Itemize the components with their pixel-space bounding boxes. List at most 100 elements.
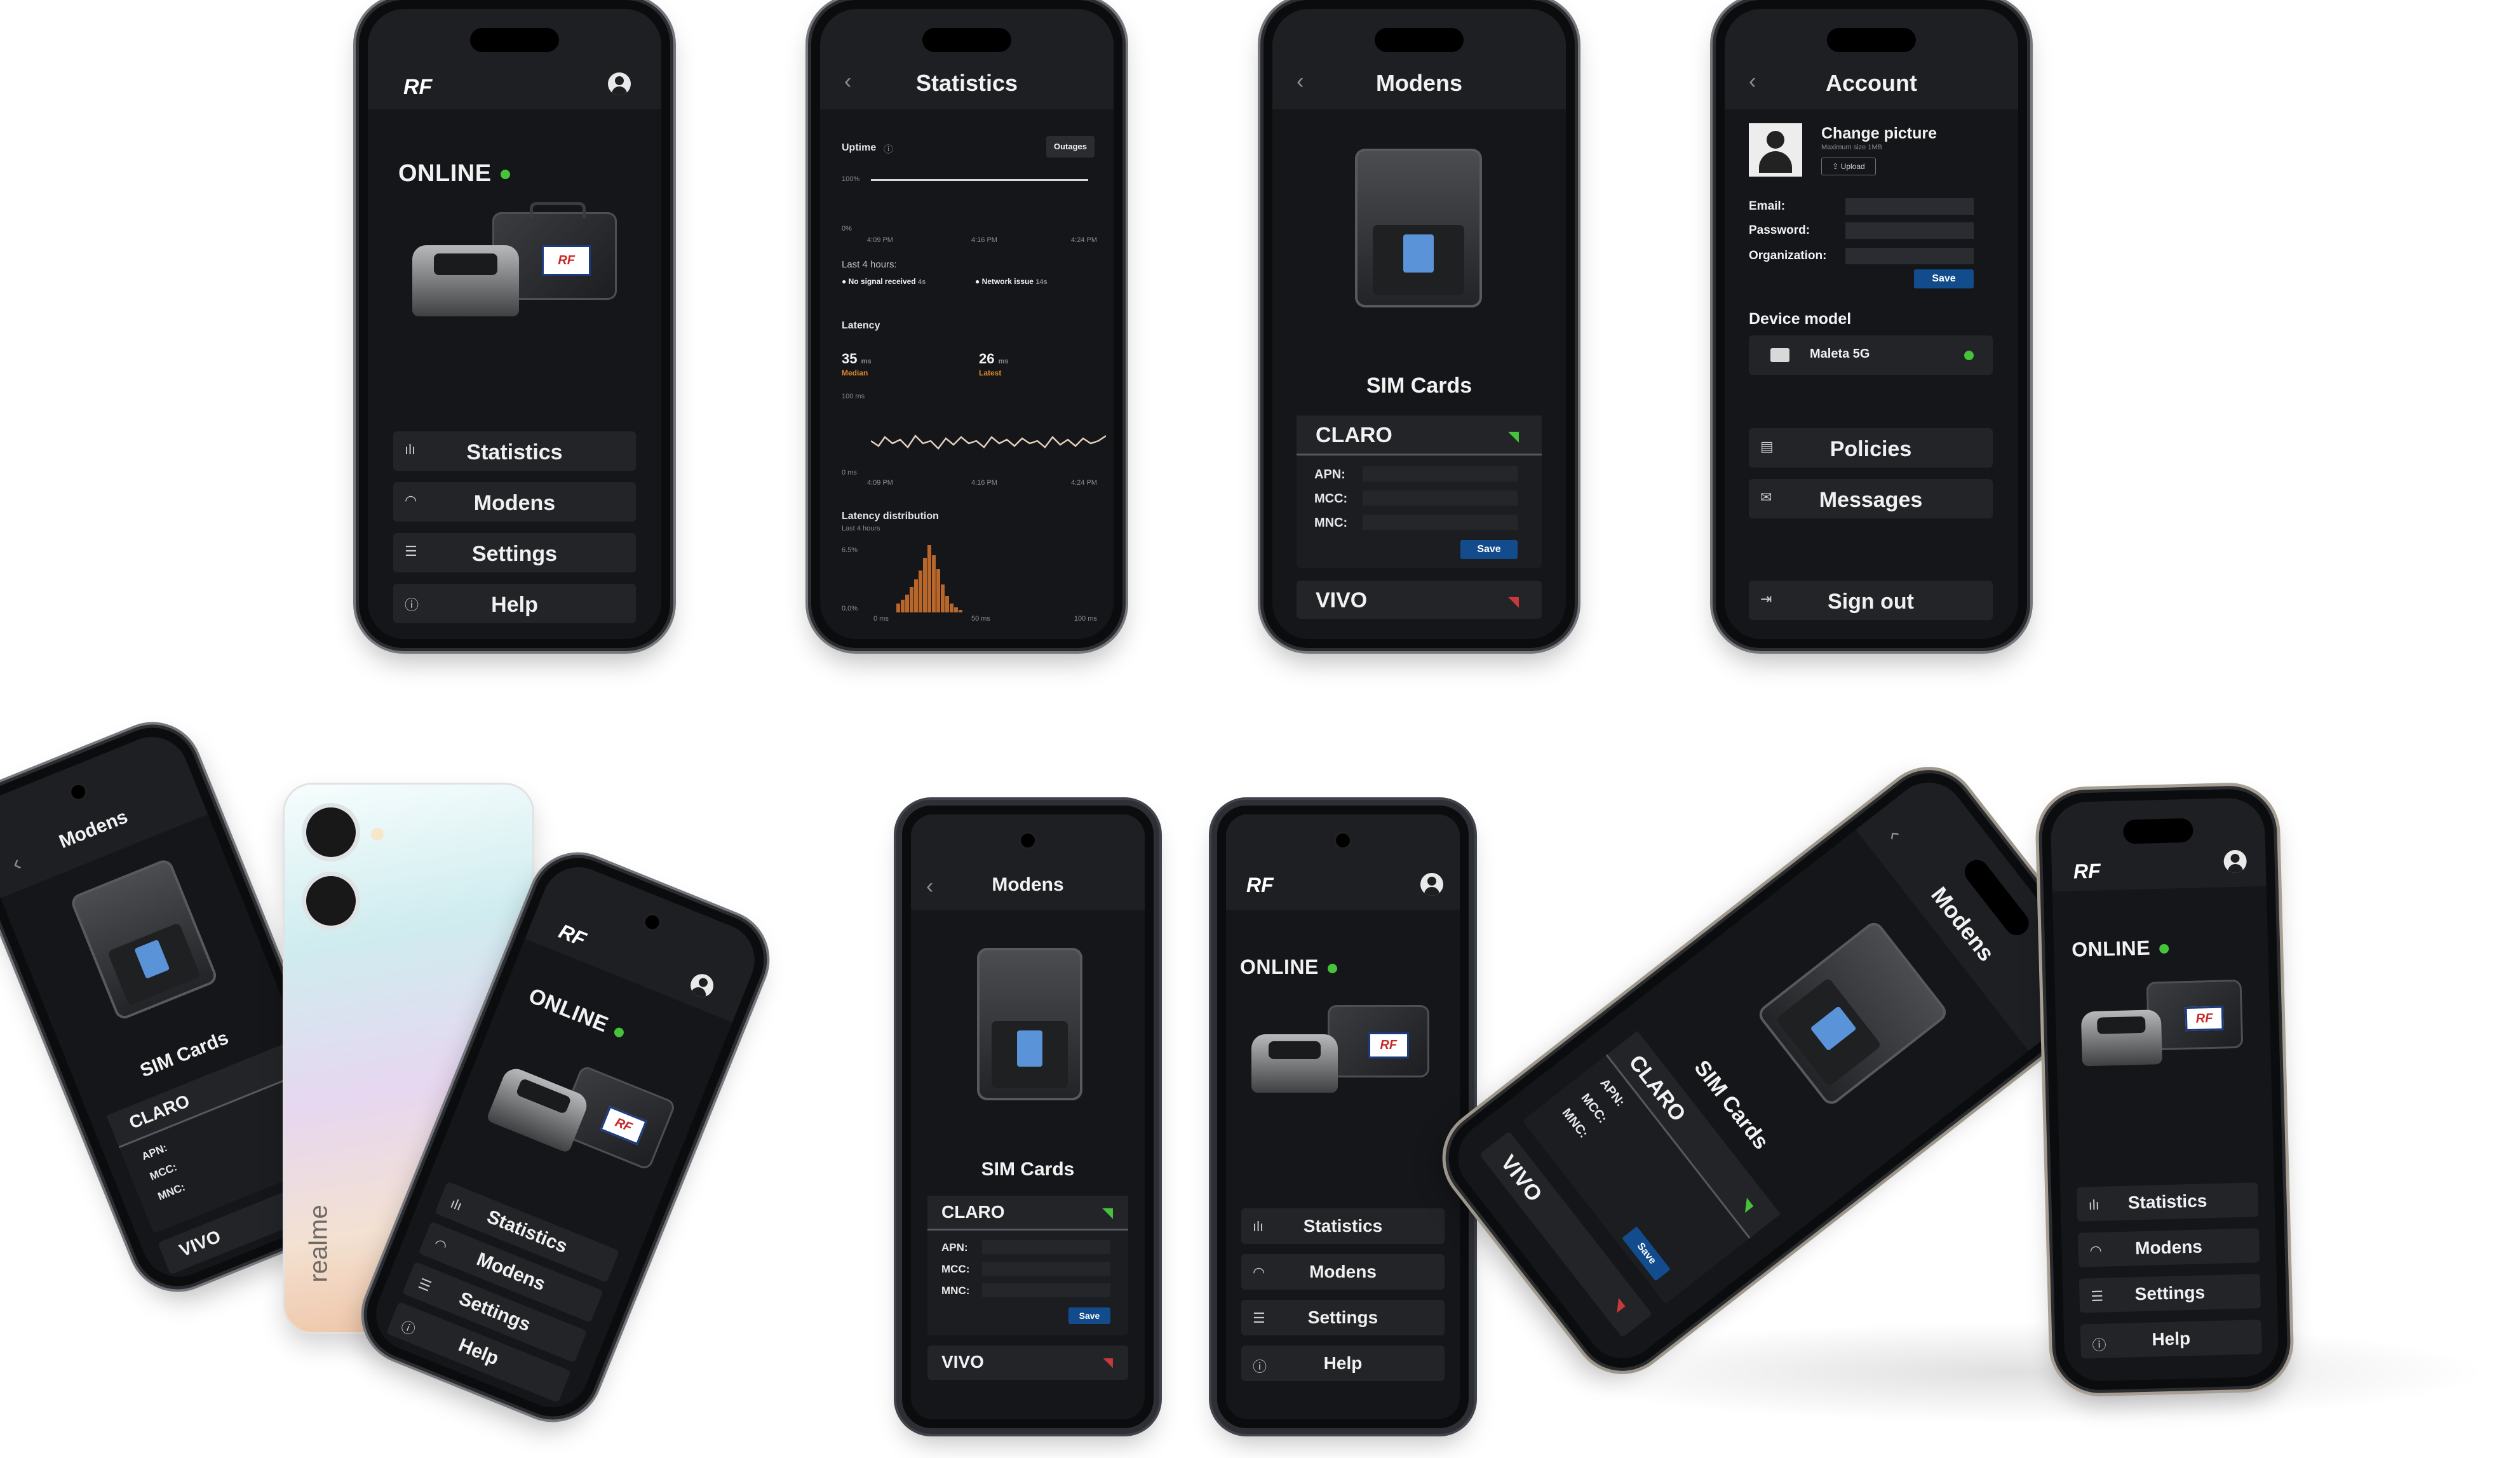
save-button[interactable]: Save xyxy=(1622,1226,1671,1281)
apn-input[interactable] xyxy=(1363,466,1518,482)
save-button[interactable]: Save xyxy=(1068,1307,1110,1324)
statistics-screen: ‹ Statistics Uptime ⓘ Outages 100% 0% 4:… xyxy=(820,9,1114,639)
password-label: Password: xyxy=(1749,224,1810,237)
email-field[interactable] xyxy=(1845,198,1974,215)
menu-help[interactable]: ⓘ Help xyxy=(1241,1346,1445,1381)
page-title: Statistics xyxy=(915,70,1018,96)
front-camera xyxy=(69,783,88,801)
account-screen: ‹ Account Change picture Maximum size 1M… xyxy=(1725,9,2018,639)
sim-cards-title: SIM Cards xyxy=(981,1159,1075,1180)
menu-help[interactable]: ⓘ Help xyxy=(2080,1320,2262,1359)
dist-x-tick: 0 ms xyxy=(873,615,889,623)
front-camera xyxy=(643,913,662,931)
upload-button[interactable]: ⇪ Upload xyxy=(1821,158,1876,175)
latest-value: 26 ms xyxy=(979,351,1009,367)
camera-lens xyxy=(306,876,356,926)
dynamic-island xyxy=(2122,818,2193,844)
modens-screen: ‹ Modens SIM Cards CLARO ◥ APN: MCC: MNC:… xyxy=(1272,9,1566,639)
latency-chart xyxy=(871,435,1106,450)
latest-label: Latest xyxy=(979,368,1002,377)
svg-text:RF: RF xyxy=(2073,859,2101,882)
profile-icon[interactable] xyxy=(687,970,717,1001)
organization-field[interactable] xyxy=(1845,248,1974,264)
modens-screen-leaning: ‹ Modens SIM Cards CLARO ◥ APN: MCC: MNC:… xyxy=(1443,767,2108,1374)
apn-label: APN: xyxy=(140,1141,169,1163)
mnc-input[interactable] xyxy=(1363,515,1518,530)
sim-header[interactable]: CLARO ◥ xyxy=(1297,415,1542,456)
profile-icon[interactable] xyxy=(2223,849,2247,874)
profile-icon[interactable] xyxy=(1420,873,1443,896)
menu-settings[interactable]: ☰ Settings xyxy=(2079,1274,2261,1313)
distribution-sub: Last 4 hours xyxy=(842,525,880,532)
last-hours-label: Last 4 hours: xyxy=(842,259,897,270)
sim-card-claro: CLARO ◥ APN: MCC: MNC: Save xyxy=(927,1196,1128,1335)
sign-out-button[interactable]: ⇥ Sign out xyxy=(1749,581,1993,620)
profile-icon[interactable] xyxy=(608,72,631,95)
mcc-input[interactable] xyxy=(982,1262,1110,1276)
phone-leaning-modens: ‹ Modens SIM Cards CLARO ◥ APN: MCC: MNC:… xyxy=(1431,755,2120,1386)
phone-modens: ‹ Modens SIM Cards CLARO ◥ APN: MCC: MNC:… xyxy=(1263,0,1575,648)
signal-green-icon: ◥ xyxy=(1508,428,1519,444)
status-dot xyxy=(1327,964,1337,974)
menu-messages[interactable]: ✉ Messages xyxy=(1749,479,1993,518)
dynamic-island xyxy=(470,28,559,52)
app-header: ‹ Statistics xyxy=(820,9,1114,109)
time-tick: 4:24 PM xyxy=(1071,236,1097,244)
dist-y-top: 6.5% xyxy=(842,546,858,554)
sim-card-vivo[interactable]: VIVO ◥ xyxy=(1297,581,1542,619)
sim-card-vivo[interactable]: VIVO ◥ xyxy=(927,1346,1128,1380)
signal-red-icon: ◥ xyxy=(1508,593,1519,609)
sim-header[interactable]: CLARO ◥ xyxy=(927,1196,1128,1231)
phone-home: RF ONLINE RF ılı Statistics ◠ Modens ☰ Sett… xyxy=(359,0,670,648)
app-header: ‹ Modens xyxy=(0,726,208,898)
home-screen-standing: RF ONLINE RF ılı Statistics ◠ Modens ☰ Sett… xyxy=(2050,797,2279,1382)
menu-policies[interactable]: ▤ Policies xyxy=(1749,428,1993,468)
front-camera xyxy=(1336,834,1350,847)
mcc-input[interactable] xyxy=(1363,490,1518,506)
menu-statistics[interactable]: ılı Statistics xyxy=(393,431,636,471)
save-button[interactable]: Save xyxy=(1914,269,1974,288)
rf-logo: RF xyxy=(556,919,590,951)
realme-brand-text: realme xyxy=(304,1205,333,1283)
device-model-label: Device model xyxy=(1749,310,1852,328)
app-header: RF xyxy=(2050,797,2267,892)
outages-button[interactable]: Outages xyxy=(1046,136,1095,158)
save-button[interactable]: Save xyxy=(1460,540,1518,559)
device-model-card[interactable]: Maleta 5G xyxy=(1749,335,1993,375)
apn-label: APN: xyxy=(1597,1076,1627,1110)
sim-cards-title: SIM Cards xyxy=(1366,374,1472,398)
menu-settings[interactable]: ☰ Settings xyxy=(1241,1300,1445,1335)
open-case-image xyxy=(1755,919,1950,1108)
menu-modens[interactable]: ◠ Modens xyxy=(1241,1254,1445,1290)
sim-card-claro: CLARO ◥ APN: MCC: MNC: Save xyxy=(1522,1030,1781,1304)
mcc-label: MCC: xyxy=(148,1161,179,1183)
phone-account: ‹ Account Change picture Maximum size 1M… xyxy=(1716,0,2027,648)
latency-histogram xyxy=(896,545,962,612)
mnc-label: MNC: xyxy=(156,1180,187,1203)
apn-input[interactable] xyxy=(982,1240,1110,1254)
device-image xyxy=(2080,1009,2162,1067)
organization-label: Organization: xyxy=(1749,249,1827,262)
dist-y-bottom: 0.0% xyxy=(842,605,858,612)
time-tick: 4:16 PM xyxy=(971,236,997,244)
menu-modens[interactable]: ◠ Modens xyxy=(2077,1228,2260,1267)
legend-network-issue: ● Network issue 14s xyxy=(975,277,1048,286)
menu-help[interactable]: ⓘ Help xyxy=(393,584,636,623)
mcc-label: MCC: xyxy=(941,1263,970,1275)
rf-logo: RF xyxy=(1246,874,1274,896)
menu-statistics[interactable]: ılı Statistics xyxy=(1241,1208,1445,1244)
menu-modens[interactable]: ◠ Modens xyxy=(393,482,636,522)
password-field[interactable] xyxy=(1845,222,1974,239)
menu-statistics[interactable]: ılı Statistics xyxy=(2076,1182,2259,1222)
rf-logo: RF xyxy=(403,75,433,99)
mnc-label: MNC: xyxy=(1314,516,1348,530)
phone-standing-home: RF ONLINE RF ılı Statistics ◠ Modens ☰ Sett… xyxy=(2040,788,2289,1391)
info-icon: ⓘ xyxy=(884,144,894,155)
app-header: ‹ Modens xyxy=(1272,9,1566,109)
avatar-placeholder-icon[interactable] xyxy=(1749,123,1802,177)
modens-screen-pixel: ‹ Modens SIM Cards CLARO ◥ APN: MCC: MNC:… xyxy=(911,814,1145,1419)
latency-label: Latency xyxy=(842,320,880,331)
mnc-input[interactable] xyxy=(982,1283,1110,1297)
menu-settings[interactable]: ☰ Settings xyxy=(393,533,636,572)
sim-header[interactable]: CLARO xyxy=(106,1044,297,1149)
